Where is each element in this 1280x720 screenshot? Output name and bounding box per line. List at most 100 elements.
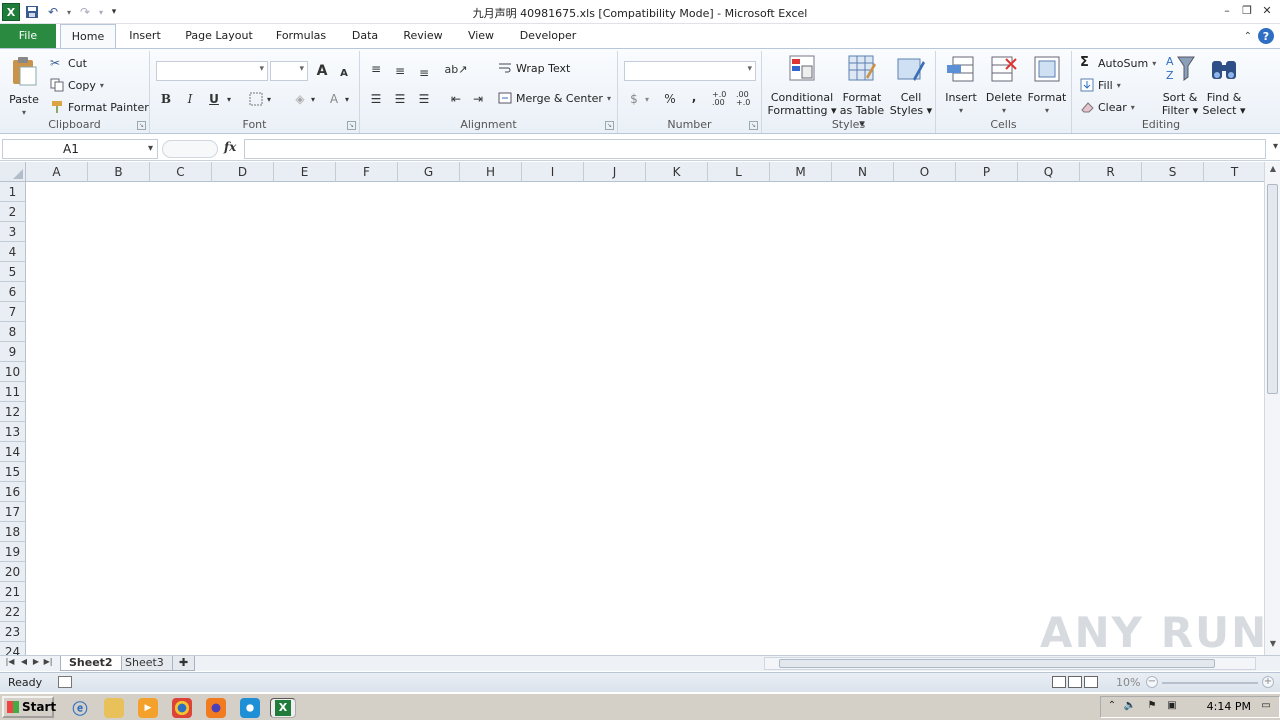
row-header[interactable]: 15 — [0, 462, 26, 482]
row-header[interactable]: 3 — [0, 222, 26, 242]
zoom-level[interactable]: 10% — [1116, 676, 1140, 689]
row-header[interactable]: 6 — [0, 282, 26, 302]
normal-view-icon[interactable] — [1052, 676, 1066, 688]
row-header[interactable]: 13 — [0, 422, 26, 442]
tab-formulas[interactable]: Formulas — [268, 24, 334, 48]
currency-button[interactable]: $ — [624, 89, 644, 109]
column-header[interactable]: L — [708, 162, 770, 182]
align-right-icon[interactable]: ☰ — [414, 89, 434, 109]
row-header[interactable]: 9 — [0, 342, 26, 362]
internet-explorer-icon[interactable]: ⓔ — [70, 698, 90, 718]
horizontal-scrollbar[interactable] — [764, 657, 1256, 670]
zoom-slider[interactable] — [1162, 682, 1258, 684]
clipboard-launcher-icon[interactable]: ↘ — [137, 121, 146, 130]
decrease-decimal-button[interactable]: .00 +.0 — [736, 89, 758, 109]
row-header[interactable]: 24 — [0, 642, 26, 655]
column-header[interactable]: I — [522, 162, 584, 182]
insert-sheet-icon[interactable]: ✚ — [172, 656, 196, 671]
column-header[interactable]: N — [832, 162, 894, 182]
worksheet-grid[interactable]: A B C D E F G H I J K L M N O P Q R S T 1 2 3 4 5 6 7 8 9 10 11 12 13 14 1… — [0, 162, 1264, 655]
currency-dropdown-icon[interactable]: ▾ — [642, 89, 652, 109]
next-sheet-icon[interactable]: ▶ — [30, 657, 42, 666]
file-explorer-icon[interactable] — [104, 698, 124, 718]
borders-dropdown-icon[interactable]: ▾ — [264, 89, 274, 109]
column-header[interactable]: B — [88, 162, 150, 182]
middle-align-icon[interactable]: ≡ — [390, 61, 410, 81]
sheet-tab-sheet2[interactable]: Sheet2 — [60, 656, 122, 671]
column-header[interactable]: T — [1204, 162, 1264, 182]
page-break-view-icon[interactable] — [1084, 676, 1098, 688]
row-header[interactable]: 23 — [0, 622, 26, 642]
column-header[interactable]: O — [894, 162, 956, 182]
column-header[interactable]: G — [398, 162, 460, 182]
column-header[interactable]: H — [460, 162, 522, 182]
row-header[interactable]: 19 — [0, 542, 26, 562]
tab-insert[interactable]: Insert — [120, 24, 170, 48]
network-icon[interactable]: ▣ — [1165, 700, 1179, 714]
font-size-combo[interactable] — [270, 61, 308, 81]
start-button[interactable]: Start — [2, 696, 56, 718]
increase-decimal-button[interactable]: +.0 .00 — [712, 89, 734, 109]
clear-button[interactable]: Clear ▾ — [1080, 100, 1135, 114]
row-header[interactable]: 11 — [0, 382, 26, 402]
select-all-button[interactable] — [0, 162, 26, 182]
format-painter-button[interactable]: Format Painter — [50, 100, 149, 114]
underline-button[interactable]: U — [204, 89, 224, 109]
fill-color-icon[interactable]: ◈ — [290, 89, 310, 109]
delete-cells-button[interactable]: Delete ▾ — [982, 53, 1026, 117]
tab-review[interactable]: Review — [396, 24, 450, 48]
underline-dropdown-icon[interactable]: ▾ — [224, 89, 234, 109]
zoom-out-icon[interactable]: − — [1146, 676, 1158, 688]
first-sheet-icon[interactable]: |◀ — [4, 657, 16, 666]
column-header[interactable]: A — [26, 162, 88, 182]
restore-icon[interactable]: ❐ — [1238, 2, 1256, 18]
cut-button[interactable]: ✂ Cut — [50, 56, 87, 70]
row-header[interactable]: 21 — [0, 582, 26, 602]
align-center-icon[interactable]: ☰ — [390, 89, 410, 109]
bold-button[interactable]: B — [156, 89, 176, 109]
volume-icon[interactable]: 🔈 — [1123, 700, 1137, 714]
column-header[interactable]: Q — [1018, 162, 1080, 182]
autosum-button[interactable]: Σ AutoSum ▾ — [1080, 56, 1156, 70]
expand-formula-bar-icon[interactable]: ▾ — [1273, 141, 1278, 152]
align-left-icon[interactable]: ☰ — [366, 89, 386, 109]
copy-button[interactable]: Copy ▾ — [50, 78, 104, 92]
sheet-tab-sheet3[interactable]: Sheet3 — [116, 656, 173, 671]
row-header[interactable]: 12 — [0, 402, 26, 422]
zoom-in-icon[interactable]: + — [1262, 676, 1274, 688]
vertical-scroll-thumb[interactable] — [1267, 184, 1278, 394]
font-color-button[interactable]: A — [324, 89, 344, 109]
firefox-icon[interactable] — [206, 698, 226, 718]
tray-expand-icon[interactable]: ⌃ — [1105, 700, 1119, 714]
prev-sheet-icon[interactable]: ◀ — [18, 657, 30, 666]
decrease-indent-icon[interactable]: ⇤ — [446, 89, 466, 109]
name-box-dropdown-icon[interactable]: ▾ — [148, 140, 153, 158]
column-header[interactable]: P — [956, 162, 1018, 182]
italic-button[interactable]: I — [180, 89, 200, 109]
tab-view[interactable]: View — [458, 24, 504, 48]
tab-page-layout[interactable]: Page Layout — [178, 24, 260, 48]
minimize-ribbon-icon[interactable]: ⌃ — [1244, 31, 1252, 42]
tab-file[interactable]: File — [0, 24, 56, 48]
grow-font-button[interactable]: A — [312, 61, 332, 81]
fill-button[interactable]: Fill ▾ — [1080, 78, 1121, 92]
conditional-formatting-button[interactable]: Conditional Formatting ▾ — [766, 53, 838, 117]
row-header[interactable]: 10 — [0, 362, 26, 382]
font-launcher-icon[interactable]: ↘ — [347, 121, 356, 130]
vertical-scrollbar[interactable]: ▲ ▼ — [1264, 162, 1280, 655]
format-cells-button[interactable]: Format ▾ — [1024, 53, 1070, 117]
sort-filter-button[interactable]: AZ Sort & Filter ▾ — [1158, 53, 1202, 117]
row-header[interactable]: 16 — [0, 482, 26, 502]
row-header[interactable]: 5 — [0, 262, 26, 282]
column-header[interactable]: R — [1080, 162, 1142, 182]
orientation-icon[interactable]: ab↗ — [445, 59, 468, 79]
paste-button[interactable]: Paste ▾ — [4, 55, 44, 119]
column-header[interactable]: D — [212, 162, 274, 182]
column-header[interactable]: S — [1142, 162, 1204, 182]
edge-icon[interactable] — [240, 698, 260, 718]
bottom-align-icon[interactable]: ≡ — [414, 63, 434, 83]
row-header[interactable]: 2 — [0, 202, 26, 222]
tab-data[interactable]: Data — [342, 24, 388, 48]
font-color-dropdown-icon[interactable]: ▾ — [342, 89, 352, 109]
tab-developer[interactable]: Developer — [512, 24, 584, 48]
